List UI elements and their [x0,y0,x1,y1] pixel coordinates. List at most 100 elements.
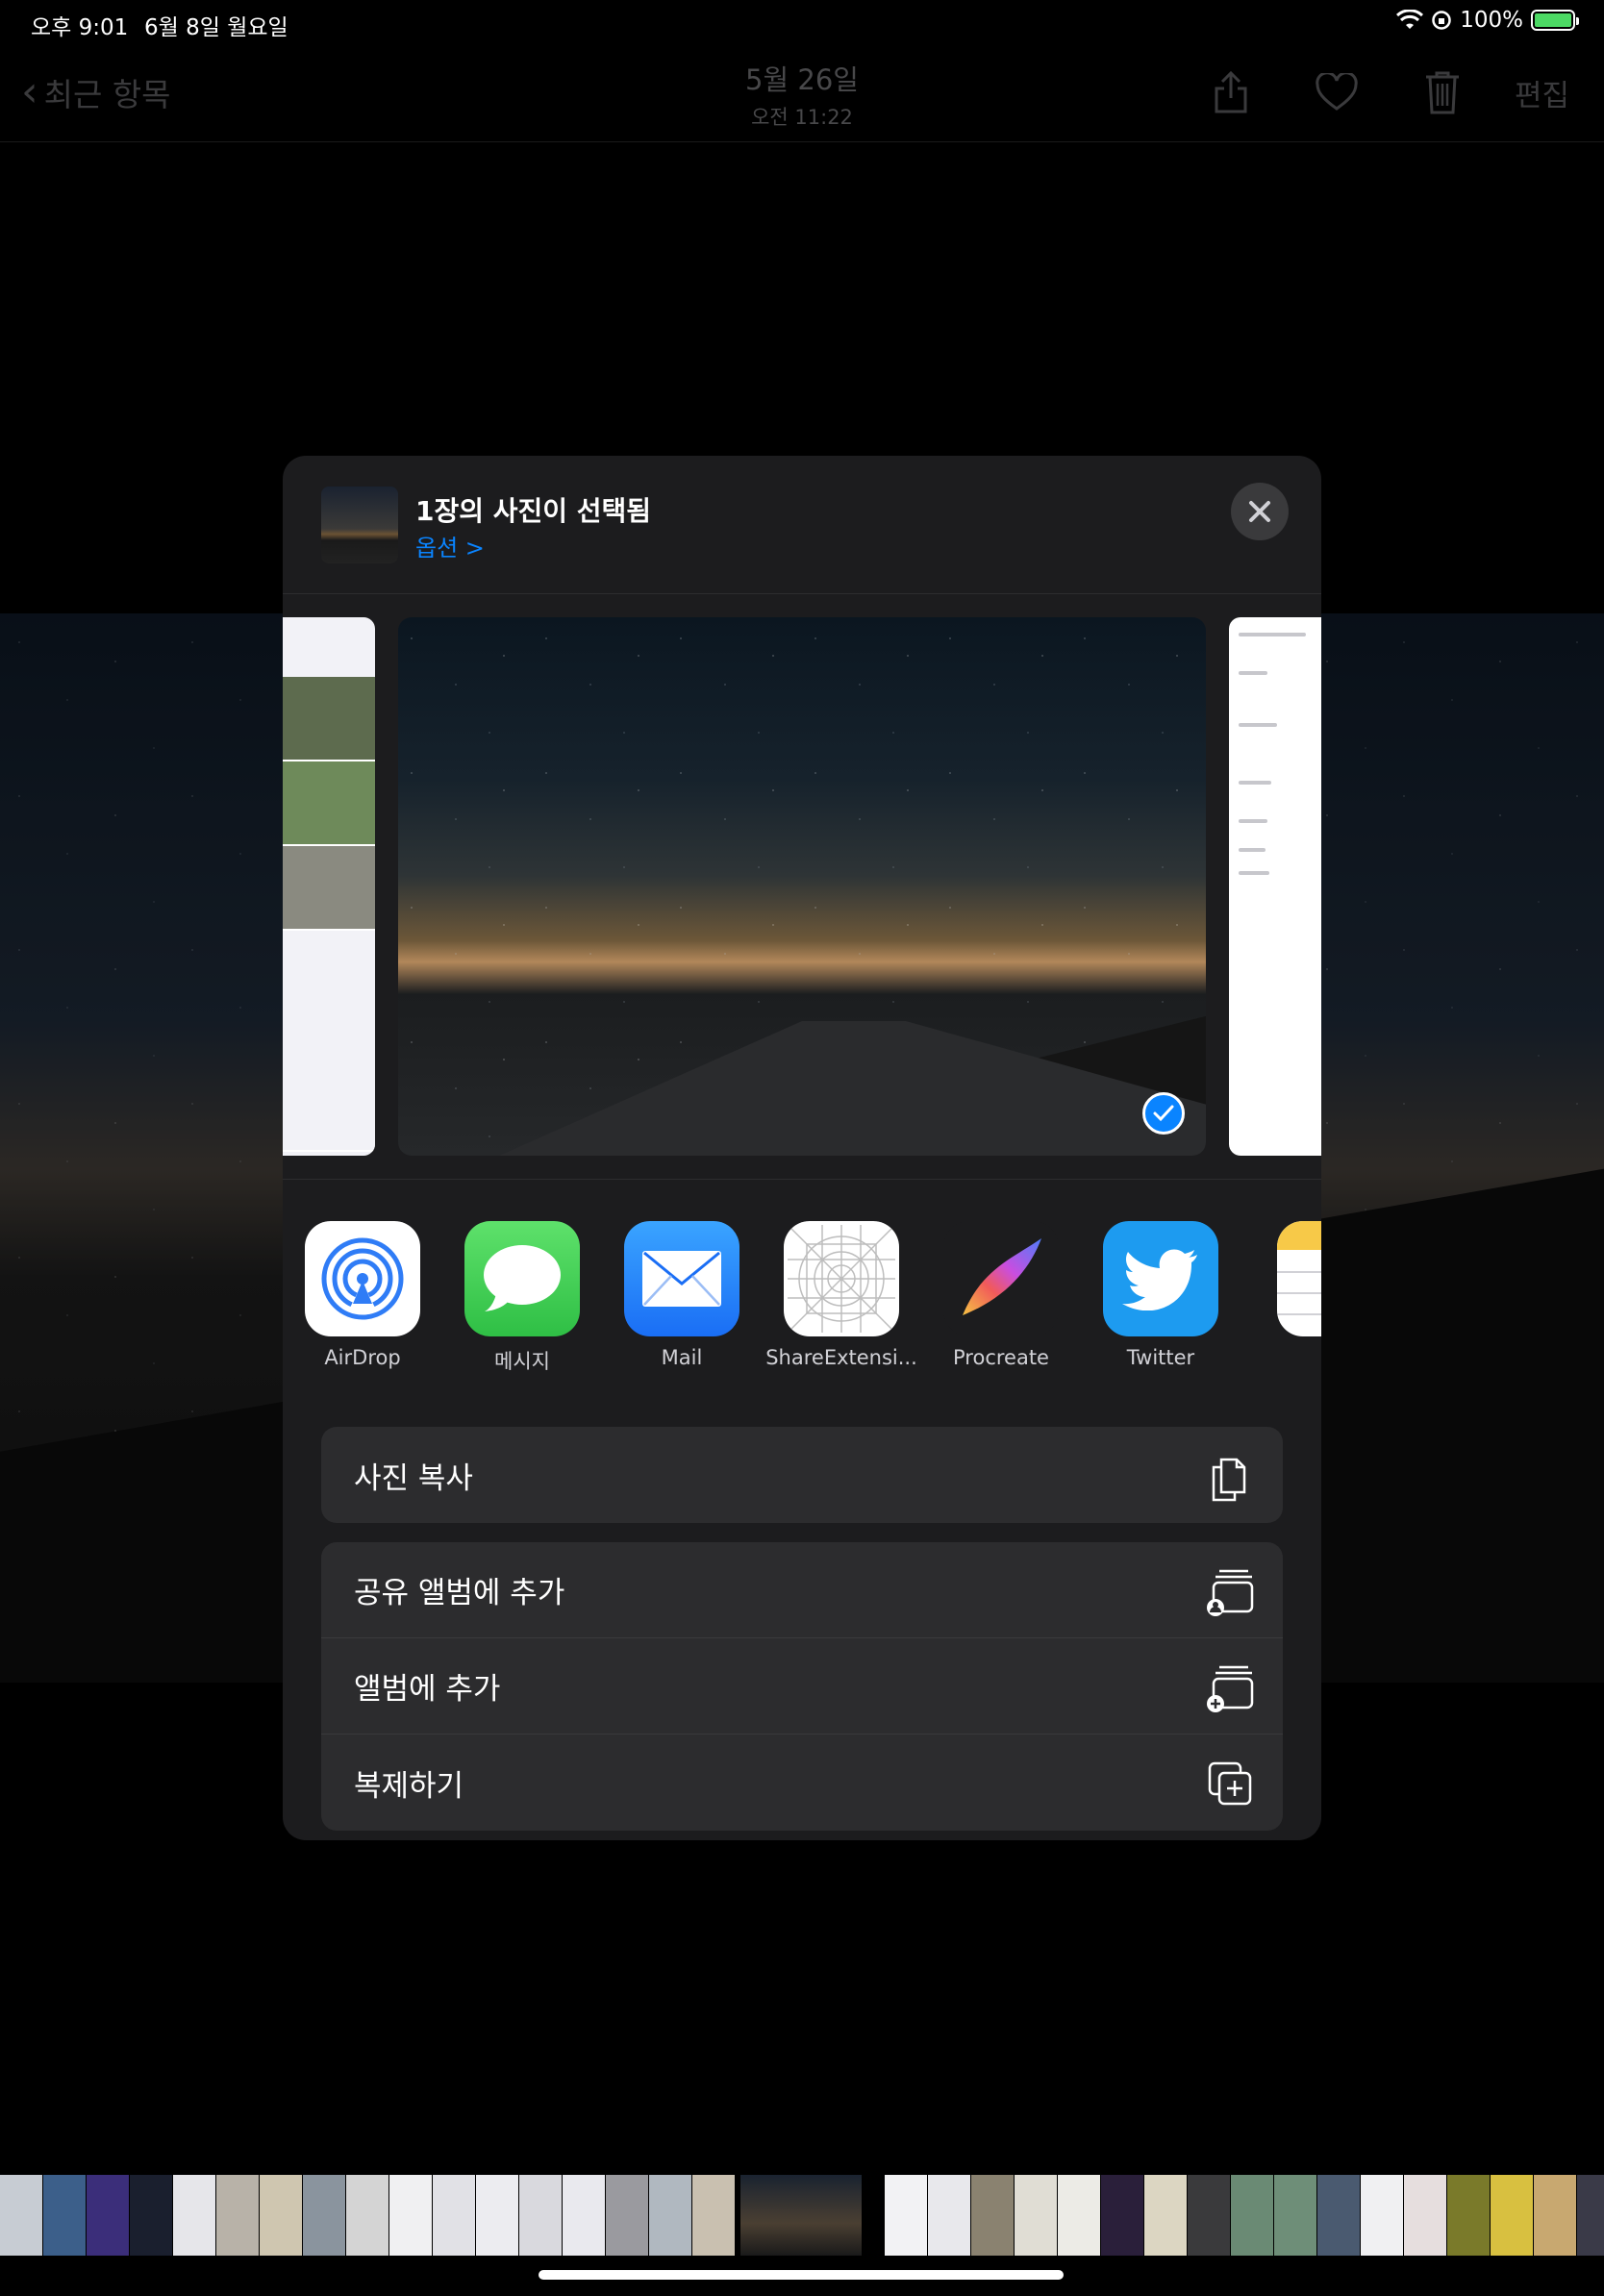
nav-bar: ‹ 최근 항목 5월 26일 오전 11:22 편집 [0,46,1604,142]
selected-checkmark[interactable] [1142,1092,1185,1135]
mail-icon [624,1221,739,1336]
options-link[interactable]: 옵션 > [415,529,485,562]
battery-icon [1531,10,1579,31]
close-icon [1249,501,1270,522]
edit-button[interactable]: 편집 [1515,71,1569,114]
selected-photo-thumbnail [321,487,398,563]
app-label: ShareExtensi... [765,1346,917,1369]
filmstrip-thumbnail[interactable] [1317,2175,1360,2256]
previous-photo-card[interactable] [283,617,375,1156]
filmstrip-thumbnail[interactable] [1231,2175,1273,2256]
filmstrip-thumbnail[interactable] [971,2175,1014,2256]
filmstrip-thumbnail[interactable] [0,2175,42,2256]
photo-filmstrip[interactable] [0,2175,1604,2256]
app-label: Twitter [1126,1346,1195,1369]
app-twitter[interactable]: Twitter [1081,1221,1241,1369]
next-card-line [1239,819,1267,823]
filmstrip-thumbnail[interactable] [1058,2175,1100,2256]
filmstrip-thumbnail[interactable] [885,2175,927,2256]
battery-percent: 100% [1460,8,1523,33]
filmstrip-thumbnail[interactable] [519,2175,562,2256]
filmstrip-thumbnail[interactable] [563,2175,605,2256]
app-airdrop[interactable]: AirDrop [283,1221,442,1369]
filmstrip-thumbnail[interactable] [606,2175,648,2256]
photo-carousel[interactable] [283,617,1321,1156]
trash-icon [1425,71,1459,114]
app-label: AirDrop [324,1346,401,1369]
checkmark-icon [1153,1105,1174,1122]
next-card-line [1239,871,1269,875]
add-shared-album-action[interactable]: 공유 앨범에 추가 [321,1542,1283,1638]
duplicate-action[interactable]: 복제하기 [321,1734,1283,1831]
filmstrip-thumbnail[interactable] [433,2175,475,2256]
app-label: Mail [661,1346,703,1369]
add-album-icon [1207,1665,1254,1712]
filmstrip-thumbnail[interactable] [1274,2175,1316,2256]
filmstrip-thumbnail[interactable] [476,2175,518,2256]
selected-photo[interactable] [398,617,1206,1156]
filmstrip-thumbnail[interactable] [1447,2175,1490,2256]
app-mail[interactable]: Mail [602,1221,762,1369]
next-card-line [1239,781,1271,785]
filmstrip-thumbnail[interactable] [1101,2175,1143,2256]
prev-grid-cell [283,761,375,846]
app-notes-partial[interactable] [1241,1221,1321,1336]
filmstrip-thumbnail[interactable] [87,2175,129,2256]
twitter-icon [1103,1221,1218,1336]
heart-icon [1316,73,1358,111]
share-apps-row: AirDrop 메시지 Mail ShareExtensi... Procrea… [283,1221,1321,1375]
orientation-lock-icon [1432,11,1451,30]
filmstrip-thumbnail[interactable] [1188,2175,1230,2256]
duplicate-icon [1208,1761,1252,1806]
filmstrip-thumbnail[interactable] [1015,2175,1057,2256]
action-label: 사진 복사 [354,1460,473,1496]
add-album-action[interactable]: 앨범에 추가 [321,1638,1283,1734]
filmstrip-thumbnail[interactable] [1404,2175,1446,2256]
filmstrip-thumbnail[interactable] [260,2175,302,2256]
copy-photo-action[interactable]: 사진 복사 [321,1427,1283,1523]
share-button[interactable] [1197,63,1265,121]
app-procreate[interactable]: Procreate [921,1221,1081,1369]
prev-grid-cell [283,931,375,1152]
speech-bubble-glyph [484,1245,561,1311]
filmstrip-thumbnail[interactable] [216,2175,259,2256]
filmstrip-thumbnail[interactable] [649,2175,691,2256]
procreate-icon [943,1221,1059,1336]
shared-album-icon [1207,1569,1254,1616]
favorite-button[interactable] [1303,63,1370,121]
share-icon [1215,70,1247,113]
filmstrip-thumbnail[interactable] [389,2175,432,2256]
next-photo-card[interactable] [1229,617,1321,1156]
filmstrip-thumbnail[interactable] [303,2175,345,2256]
status-right: 100% [1396,8,1579,33]
filmstrip-thumbnail[interactable] [1144,2175,1187,2256]
next-card-line [1239,633,1306,636]
app-messages[interactable]: 메시지 [442,1221,602,1375]
filmstrip-current-thumbnail[interactable] [740,2175,862,2256]
filmstrip-thumbnail[interactable] [1491,2175,1533,2256]
filmstrip-thumbnail[interactable] [346,2175,388,2256]
filmstrip-thumbnail[interactable] [43,2175,86,2256]
status-date: 6월 8일 월요일 [144,15,288,40]
bird-glyph [1122,1249,1197,1310]
next-card-line [1239,848,1266,852]
messages-icon [464,1221,580,1336]
grid-template-glyph [788,1225,895,1333]
notes-icon [1277,1221,1321,1336]
share-extension-icon [784,1221,899,1336]
close-button[interactable] [1231,483,1289,540]
filmstrip-thumbnail[interactable] [692,2175,735,2256]
home-indicator[interactable] [539,2270,1064,2280]
action-label: 복제하기 [354,1768,464,1804]
app-share-extension[interactable]: ShareExtensi... [762,1221,921,1369]
delete-button[interactable] [1409,63,1476,121]
app-label: Procreate [953,1346,1049,1369]
filmstrip-thumbnail[interactable] [1361,2175,1403,2256]
brush-stroke-glyph [963,1238,1041,1315]
filmstrip-thumbnail[interactable] [1534,2175,1576,2256]
filmstrip-thumbnail[interactable] [173,2175,215,2256]
filmstrip-thumbnail[interactable] [130,2175,172,2256]
filmstrip-thumbnail[interactable] [1577,2175,1604,2256]
share-sheet-title: 1장의 사진이 선택됨 [415,495,652,527]
filmstrip-thumbnail[interactable] [928,2175,970,2256]
